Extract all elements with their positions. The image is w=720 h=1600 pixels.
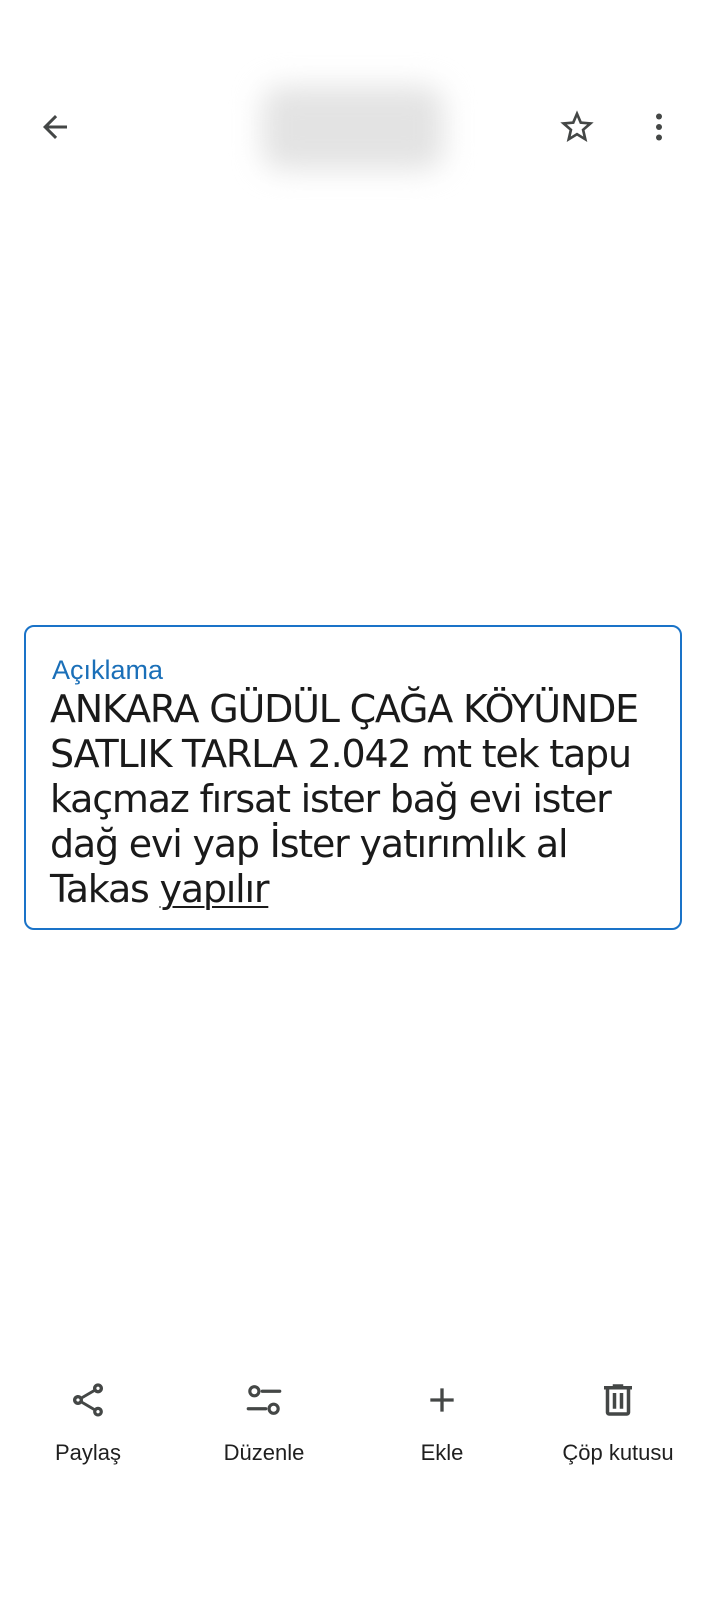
more-vertical-icon xyxy=(656,113,662,141)
description-line: dağ evi yap İster yatırımlık al xyxy=(50,822,569,866)
description-card[interactable]: Açıklama ANKARA GÜDÜL ÇAĞA KÖYÜNDE SATLI… xyxy=(24,625,682,930)
edit-button[interactable]: Düzenle xyxy=(174,1360,354,1466)
plus-icon xyxy=(420,1378,464,1422)
trash-label: Çöp kutusu xyxy=(562,1440,674,1465)
more-options-button[interactable] xyxy=(629,97,689,157)
bottom-action-bar: Paylaş Düzenle Ekle Çöp kutusu xyxy=(0,1360,720,1500)
edit-sliders-icon xyxy=(242,1378,286,1422)
share-button[interactable]: Paylaş xyxy=(0,1360,178,1466)
edit-label: Düzenle xyxy=(223,1440,305,1465)
description-line-last: Takas yapılır xyxy=(50,867,670,912)
description-text: ANKARA GÜDÜL ÇAĞA KÖYÜNDE SATLIK TARLA 2… xyxy=(50,687,670,912)
description-label: Açıklama xyxy=(52,655,164,685)
top-app-bar xyxy=(0,0,720,200)
blurred-title xyxy=(262,86,444,170)
add-button[interactable]: Ekle xyxy=(352,1360,532,1466)
description-link[interactable]: yapılır xyxy=(160,867,270,911)
favorite-button[interactable] xyxy=(547,97,607,157)
arrow-left-icon xyxy=(43,115,67,139)
share-icon xyxy=(66,1378,110,1422)
star-outline-icon xyxy=(560,110,594,142)
trash-button[interactable]: Çöp kutusu xyxy=(528,1360,708,1466)
share-label: Paylaş xyxy=(54,1440,122,1465)
back-button[interactable] xyxy=(25,97,85,157)
description-line: SATLIK TARLA 2.042 mt tek tapu xyxy=(50,732,632,776)
description-line: ANKARA GÜDÜL ÇAĞA KÖYÜNDE xyxy=(50,687,639,731)
description-prefix: Takas xyxy=(50,867,160,911)
trash-icon xyxy=(596,1378,640,1422)
description-line: kaçmaz fırsat ister bağ evi ister xyxy=(50,777,612,821)
add-label: Ekle xyxy=(420,1440,464,1465)
